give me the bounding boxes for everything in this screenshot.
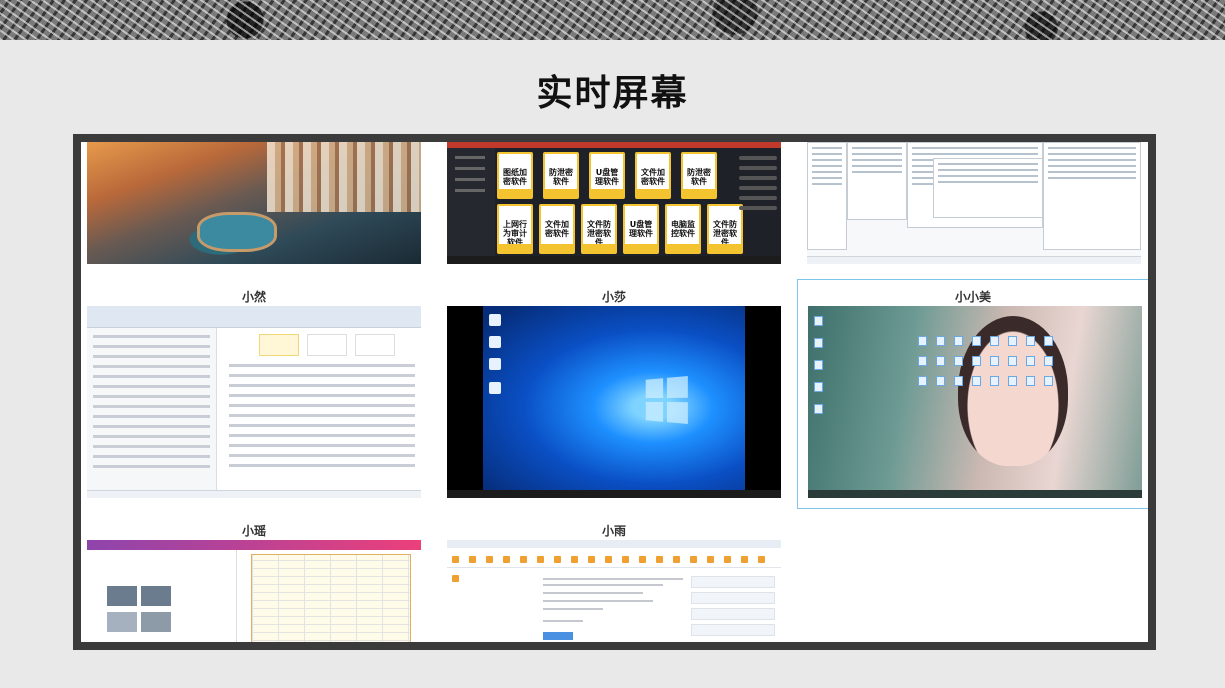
comments-panel [691,572,775,642]
stat-card [355,334,395,356]
desktop-icon[interactable] [489,314,501,326]
desktop-icon[interactable] [1044,376,1053,386]
desktop-icon[interactable] [990,356,999,366]
screen-tile[interactable]: 图纸加密软件 防泄密软件 U盘管理软件 文件加密软件 防泄密软件 上网行为审计软… [447,142,781,264]
screen-tile[interactable] [87,142,421,264]
screen-thumbnail[interactable] [808,306,1142,498]
stat-card [307,334,347,356]
screen-grid: 图纸加密软件 防泄密软件 U盘管理软件 文件加密软件 防泄密软件 上网行为审计软… [81,142,1148,642]
desktop-icon[interactable] [918,356,927,366]
desktop-icon[interactable] [936,336,945,346]
poster-card: 文件防泄密软件 [581,204,617,254]
screen-label: 小小美 [954,290,991,304]
browser-chrome [87,306,421,328]
screen-tile[interactable]: 小瑶 [87,524,421,642]
spreadsheet [251,554,411,642]
poster-card: 防泄密软件 [543,152,579,199]
poster-card: U盘管理软件 [623,204,659,254]
browser-chrome [87,540,421,550]
windows-logo-icon [645,375,688,425]
desktop-wallpaper [483,306,745,490]
desktop-icon[interactable] [1026,356,1035,366]
screen-label: 小莎 [601,290,626,304]
app-titlebar [447,142,781,148]
poster-card: 文件加密软件 [539,204,575,254]
desktop-icon[interactable] [1008,376,1017,386]
decorative-banner [0,0,1225,40]
screen-label: 小雨 [601,524,626,538]
screen-label: 小瑶 [241,524,266,538]
desktop-icon[interactable] [1026,336,1035,346]
desktop-icon[interactable] [954,336,963,346]
desktop-icon[interactable] [814,316,823,326]
desktop-icon[interactable] [489,382,501,394]
taskbar [807,256,1141,264]
desktop-icon[interactable] [936,356,945,366]
desktop-icon[interactable] [814,382,823,392]
poster-card: 文件加密软件 [635,152,671,199]
desktop-icon[interactable] [1044,336,1053,346]
desktop-icon[interactable] [489,358,501,370]
wallpaper-pool [197,212,277,252]
video-thumbnail[interactable] [141,586,171,606]
app-window [1043,142,1141,250]
wallpaper-town [267,142,421,212]
desktop-icon[interactable] [814,338,823,348]
browser-tabs [447,540,781,548]
taskbar [808,490,1142,498]
poster-card: 防泄密软件 [681,152,717,199]
stat-card [259,334,299,356]
screen-thumbnail[interactable] [87,540,421,642]
desktop-icon[interactable] [1008,336,1017,346]
screen-tile[interactable]: 小然 [87,290,421,500]
desktop-icon[interactable] [972,376,981,386]
video-thumbnail[interactable] [107,612,137,632]
poster-card: 上网行为审计软件 [497,204,533,254]
desktop-icon[interactable] [954,376,963,386]
video-thumbnail[interactable] [141,612,171,632]
screen-tile-selected[interactable]: 小小美 [797,279,1148,509]
screen-tile[interactable]: 小莎 [447,290,781,500]
desktop-icon[interactable] [1026,376,1035,386]
desktop-icon[interactable] [972,356,981,366]
taskbar [447,256,781,264]
taskbar [87,490,421,498]
screen-thumbnail[interactable] [447,306,781,498]
side-panel [87,328,217,490]
screen-thumbnail[interactable] [87,306,421,498]
desktop-icon[interactable] [814,360,823,370]
poster-card: 文件防泄密软件 [707,204,743,254]
desktop-icon[interactable] [814,404,823,414]
desktop-icon[interactable] [990,376,999,386]
screen-thumbnail[interactable] [807,142,1141,264]
screen-thumbnail[interactable] [447,540,781,642]
poster-card: U盘管理软件 [589,152,625,199]
desktop-icon[interactable] [972,336,981,346]
app-sidebar [447,148,495,256]
desktop-icon[interactable] [918,376,927,386]
page-title: 实时屏幕 [536,72,689,114]
video-thumbnail[interactable] [107,586,137,606]
screen-wall: 图纸加密软件 防泄密软件 U盘管理软件 文件加密软件 防泄密软件 上网行为审计软… [73,134,1156,650]
chat-list [739,150,777,250]
taskbar [447,490,781,498]
screen-tile[interactable]: 小雨 [447,524,781,642]
document-toolbar [447,552,781,582]
desktop-icon[interactable] [489,336,501,348]
desktop-icon[interactable] [990,336,999,346]
app-window [933,158,1043,218]
app-window [847,142,907,220]
screen-label: 小然 [241,290,266,304]
poster-card: 图纸加密软件 [497,152,533,199]
desktop-icon[interactable] [936,376,945,386]
desktop-icon[interactable] [1008,356,1017,366]
screen-tile[interactable] [807,142,1141,264]
poster-card: 电脑监控软件 [665,204,701,254]
desktop-icon[interactable] [1044,356,1053,366]
desktop-icon[interactable] [954,356,963,366]
screen-thumbnail[interactable] [87,142,421,264]
screen-thumbnail[interactable]: 图纸加密软件 防泄密软件 U盘管理软件 文件加密软件 防泄密软件 上网行为审计软… [447,142,781,264]
app-window [807,142,847,250]
desktop-icon[interactable] [918,336,927,346]
